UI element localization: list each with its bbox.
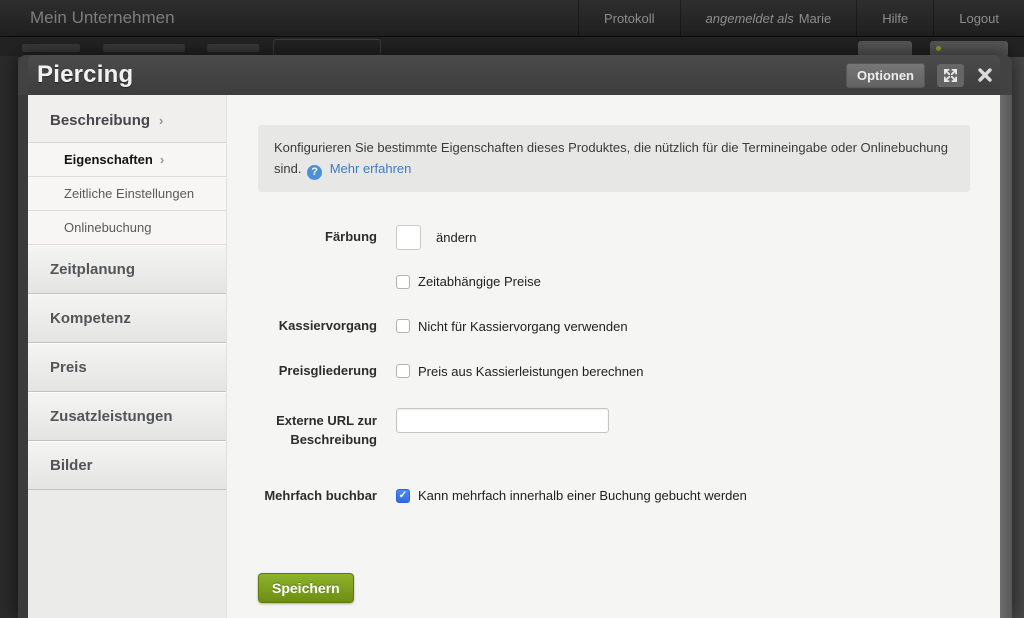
sidebar-item-zeitliche-einstellungen[interactable]: Zeitliche Einstellungen xyxy=(28,177,226,211)
modal-sidebar: Beschreibung › Eigenschaften › Zeitliche E… xyxy=(28,95,227,618)
sidebar-item-label: Onlinebuchung xyxy=(64,220,151,235)
logged-in-as-label: angemeldet als xyxy=(706,11,794,26)
close-button[interactable] xyxy=(974,64,996,86)
app-title: Mein Unternehmen xyxy=(30,8,175,28)
externe-url-label: Externe URL zur Beschreibung xyxy=(258,408,377,448)
background-nav-item xyxy=(103,44,185,52)
color-swatch[interactable] xyxy=(396,225,421,250)
sidebar-accordion-zusatzleistungen[interactable]: Zusatzleistungen xyxy=(28,392,226,441)
user-name: Marie xyxy=(799,11,832,26)
modal-body: Beschreibung › Eigenschaften › Zeitliche E… xyxy=(28,95,1000,618)
zeitabhaengige-preise-row: Zeitabhängige Preise xyxy=(258,274,970,289)
faerbung-row: Färbung ändern xyxy=(258,225,970,250)
sidebar-item-label: Zeitliche Einstellungen xyxy=(64,186,194,201)
modal-header: Piercing Optionen xyxy=(28,55,1000,95)
chevron-right-icon: › xyxy=(160,152,164,167)
modal-frame-left xyxy=(18,95,28,618)
sidebar-accordion-preis[interactable]: Preis xyxy=(28,343,226,392)
sidebar-item-label: Beschreibung xyxy=(50,112,150,129)
expand-button[interactable] xyxy=(937,64,964,87)
info-box: Konfigurieren Sie bestimmte Eigenschafte… xyxy=(258,125,970,192)
options-button[interactable]: Optionen xyxy=(846,63,925,88)
menu-item-user[interactable]: angemeldet als Marie xyxy=(680,0,857,36)
sidebar-item-eigenschaften[interactable]: Eigenschaften › xyxy=(28,143,226,177)
save-button[interactable]: Speichern xyxy=(258,573,354,603)
menu-item-hilfe[interactable]: Hilfe xyxy=(856,0,933,36)
sidebar-accordion-bilder[interactable]: Bilder xyxy=(28,441,226,490)
modal-frame-right xyxy=(1000,95,1012,618)
sidebar-subitems: Eigenschaften › Zeitliche Einstellungen O… xyxy=(28,143,226,245)
preisgliederung-checkbox[interactable] xyxy=(396,364,410,378)
preisgliederung-label: Preisgliederung xyxy=(258,362,377,380)
checkbox-label: Zeitabhängige Preise xyxy=(418,274,541,289)
top-bar: Mein Unternehmen Protokoll angemeldet al… xyxy=(0,0,1024,37)
background-nav-item xyxy=(207,44,259,52)
checkbox-label: Nicht für Kassiervorgang verwenden xyxy=(418,319,628,334)
aendern-link[interactable]: ändern xyxy=(436,230,476,245)
kassiervorgang-checkbox[interactable] xyxy=(396,319,410,333)
kassiervorgang-label: Kassiervorgang xyxy=(258,317,377,335)
background-button-dot xyxy=(936,46,941,51)
help-icon[interactable]: ? xyxy=(307,165,322,180)
background-nav-item xyxy=(22,44,80,52)
top-menu: Protokoll angemeldet als Marie Hilfe Log… xyxy=(578,0,1024,36)
modal-title: Piercing xyxy=(37,61,133,89)
externe-url-row: Externe URL zur Beschreibung xyxy=(258,408,970,448)
sidebar-item-onlinebuchung[interactable]: Onlinebuchung xyxy=(28,211,226,245)
background-nav-dimmed xyxy=(0,37,1024,57)
menu-item-logout[interactable]: Logout xyxy=(933,0,1024,36)
menu-item-protokoll[interactable]: Protokoll xyxy=(578,0,680,36)
kassiervorgang-row: Kassiervorgang Nicht für Kassiervorgang … xyxy=(258,317,970,335)
sidebar-accordion-kompetenz[interactable]: Kompetenz xyxy=(28,294,226,343)
close-icon xyxy=(977,67,993,83)
faerbung-label: Färbung xyxy=(258,228,377,246)
chevron-right-icon: › xyxy=(159,113,163,128)
check-icon: ✓ xyxy=(399,490,407,501)
mehrfach-buchbar-label: Mehrfach buchbar xyxy=(258,487,377,505)
sidebar-item-beschreibung[interactable]: Beschreibung › xyxy=(28,95,226,143)
background-left-edge xyxy=(0,56,18,618)
properties-form: Färbung ändern Zeitabhängige Preise Kass… xyxy=(258,225,970,603)
externe-url-input[interactable] xyxy=(396,408,609,433)
background-nav-button xyxy=(273,39,381,56)
fullscreen-icon xyxy=(943,68,958,83)
modal-content: Konfigurieren Sie bestimmte Eigenschafte… xyxy=(227,95,1000,618)
checkbox-label: Kann mehrfach innerhalb einer Buchung ge… xyxy=(418,488,747,503)
mehrfach-buchbar-row: Mehrfach buchbar ✓ Kann mehrfach innerha… xyxy=(258,487,970,505)
product-settings-modal: Piercing Optionen Beschreibung › xyxy=(18,55,1012,618)
sidebar-accordion-zeitplanung[interactable]: Zeitplanung xyxy=(28,245,226,294)
preisgliederung-row: Preisgliederung Preis aus Kassierleistun… xyxy=(258,362,970,380)
mehr-erfahren-link[interactable]: Mehr erfahren xyxy=(330,161,412,176)
sidebar-empty-area xyxy=(28,490,226,618)
modal-header-controls: Optionen xyxy=(846,63,996,88)
mehrfach-buchbar-checkbox[interactable]: ✓ xyxy=(396,489,410,503)
zeitabhaengige-preise-checkbox[interactable] xyxy=(396,275,410,289)
sidebar-item-label: Eigenschaften xyxy=(64,152,153,167)
checkbox-label: Preis aus Kassierleistungen berechnen xyxy=(418,364,643,379)
